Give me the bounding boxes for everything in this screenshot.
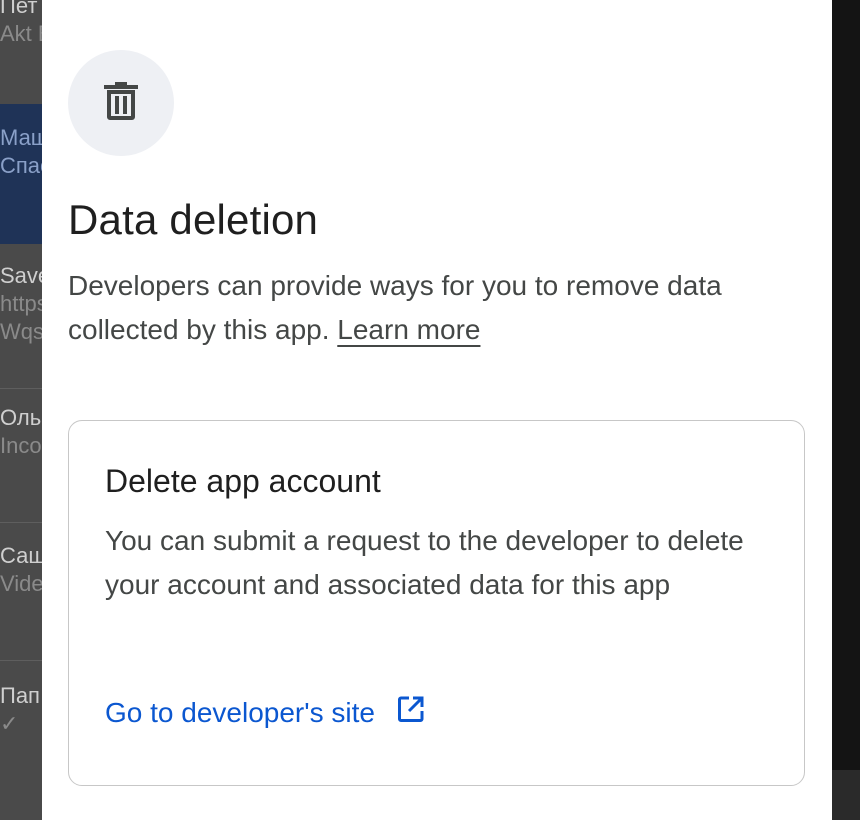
trash-icon-container (68, 50, 174, 156)
delete-account-card: Delete app account You can submit a requ… (68, 420, 805, 786)
background-right-edge (830, 0, 860, 820)
card-title: Delete app account (105, 463, 381, 499)
page-title: Data deletion (68, 196, 319, 243)
background-right-panel (830, 770, 860, 820)
learn-more-link[interactable]: Learn more (337, 314, 480, 345)
description: Developers can provide ways for you to r… (68, 264, 808, 352)
developer-site-link-label: Go to developer's site (105, 696, 375, 728)
trash-icon (104, 81, 138, 125)
data-deletion-sheet: Data deletion Developers can provide way… (42, 0, 832, 820)
screen: Пет Akt B Маш Спас Save https Wqs Ольг I… (0, 0, 860, 820)
developer-site-link[interactable]: Go to developer's site (105, 695, 425, 730)
card-body: You can submit a request to the develope… (105, 525, 744, 600)
open-in-new-icon (397, 695, 425, 730)
